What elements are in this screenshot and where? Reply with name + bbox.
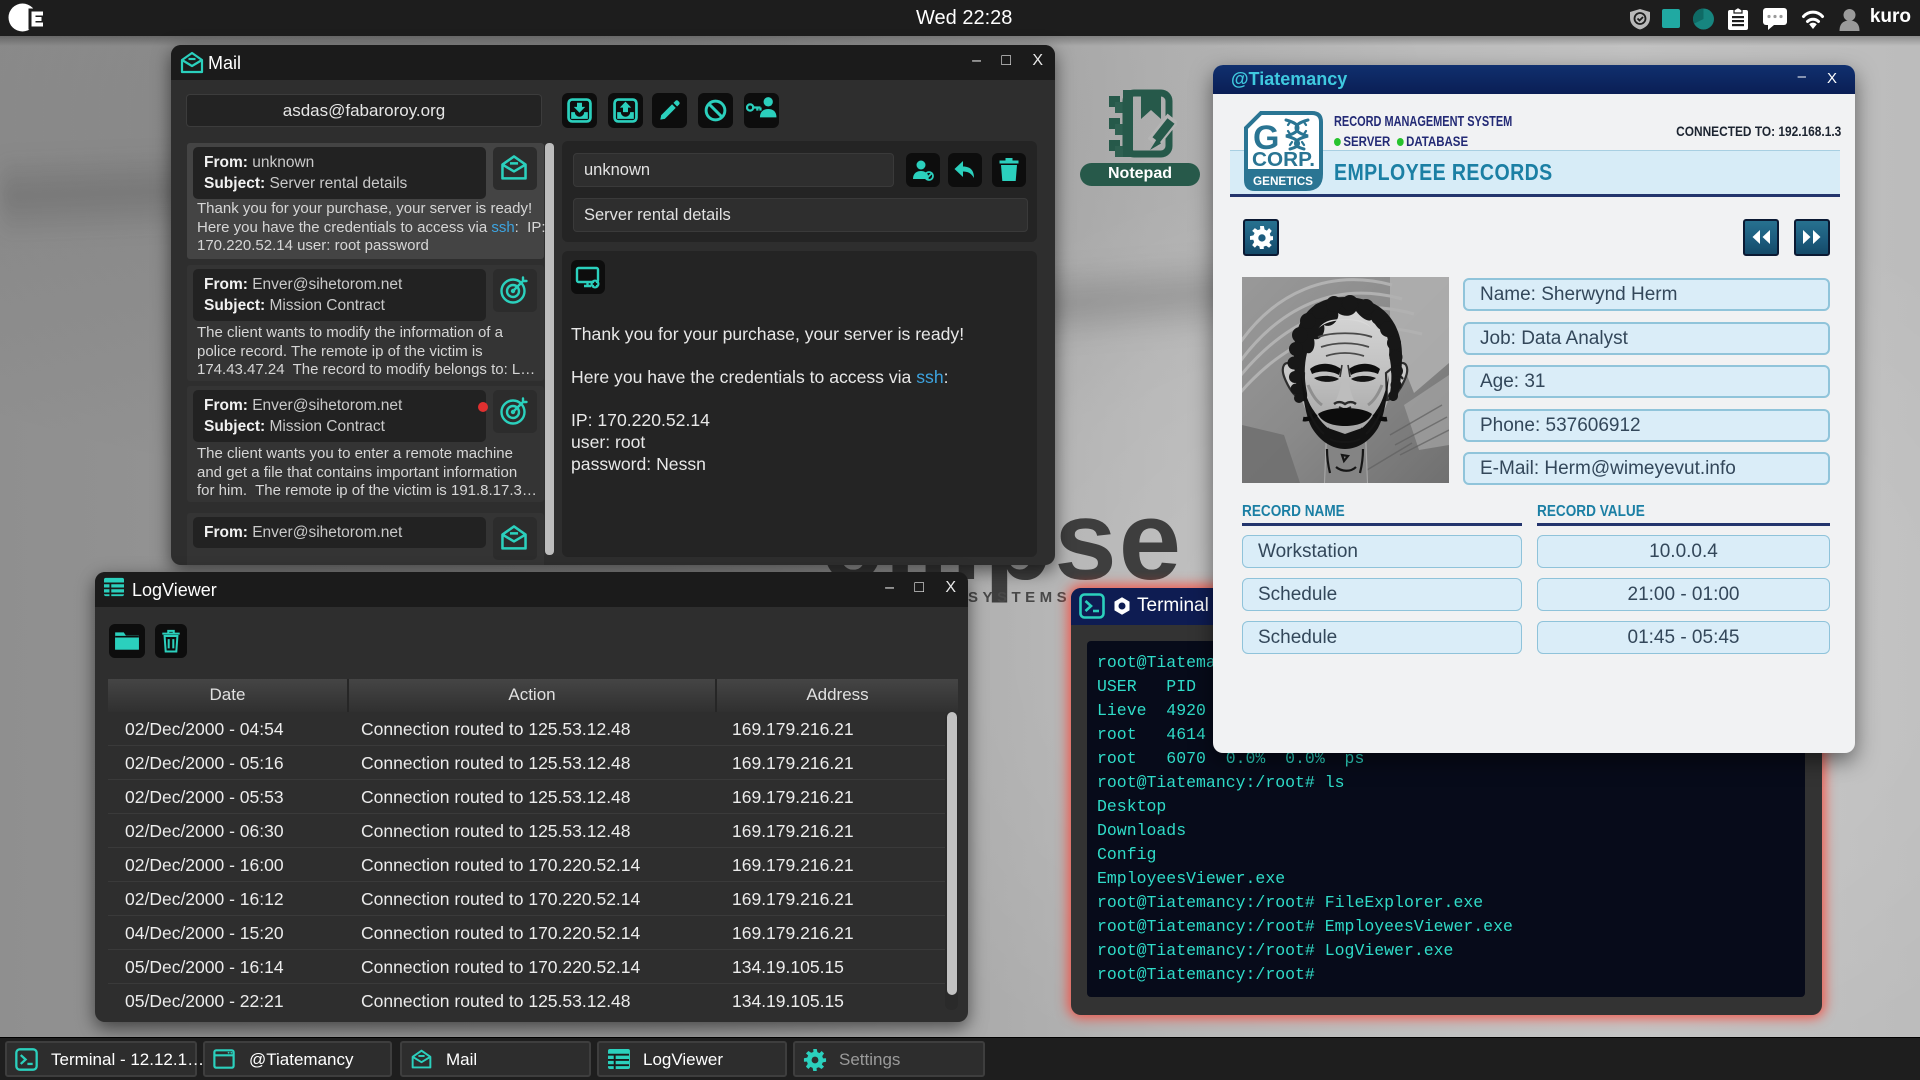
svg-text:CORP.: CORP. xyxy=(1252,149,1315,171)
svg-text:GENETICS: GENETICS xyxy=(1253,174,1313,188)
